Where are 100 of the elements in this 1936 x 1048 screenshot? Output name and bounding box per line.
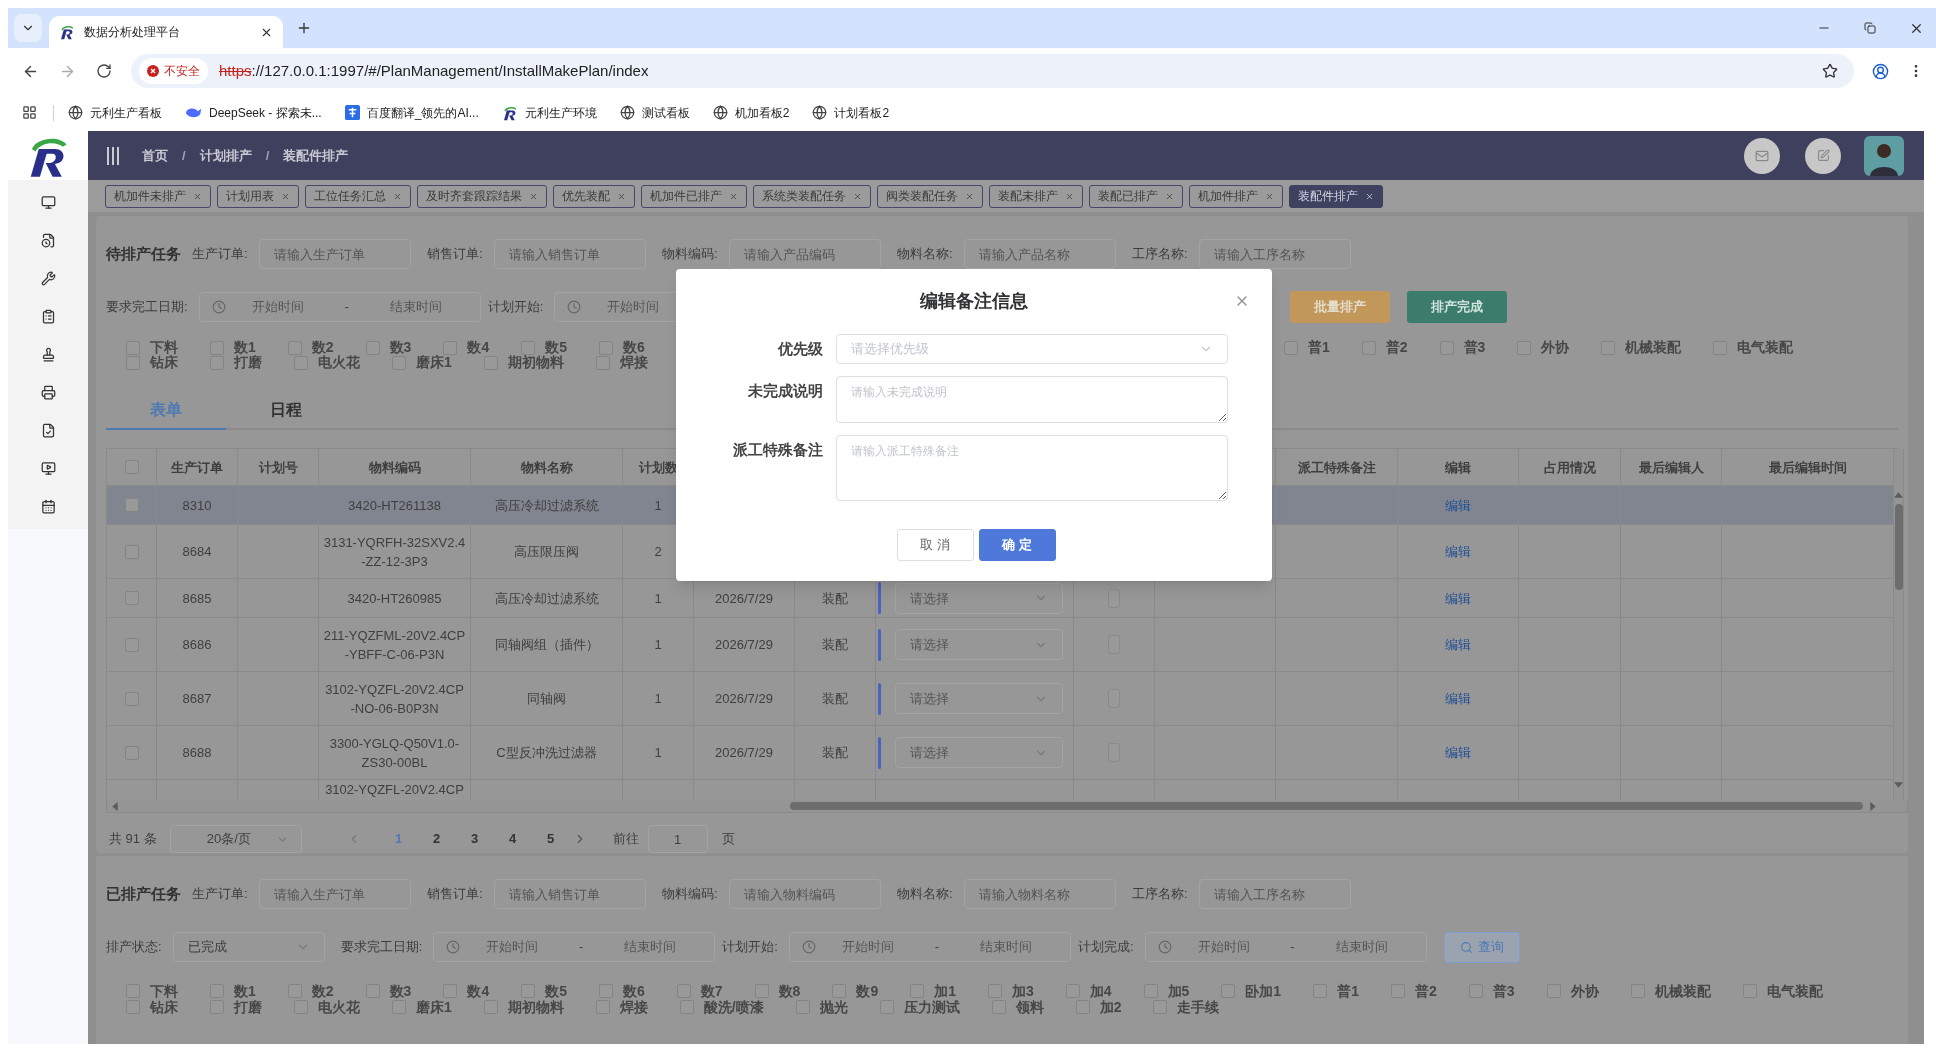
page-tag[interactable]: 计划用表 [217, 184, 299, 208]
page-tag[interactable]: 工位任务汇总 [305, 184, 411, 208]
profile-icon[interactable] [1872, 62, 1889, 80]
bookmark[interactable]: 测试看板 [619, 103, 690, 122]
select-field[interactable]: 请选择 [895, 737, 1063, 768]
page-tag[interactable]: 机加件未排产 [105, 184, 211, 208]
page-link[interactable]: 5 [531, 829, 570, 849]
restore-icon[interactable] [1864, 22, 1876, 34]
edit-link[interactable]: 编辑 [1445, 743, 1471, 762]
text-field[interactable]: 请输入产品名称 [964, 239, 1116, 269]
scrollbar-thumb[interactable] [790, 802, 1863, 810]
select-field[interactable]: 请选择 [895, 683, 1063, 714]
text-field[interactable]: 请输入生产订单 [259, 239, 411, 269]
monitor-icon[interactable] [40, 460, 56, 476]
row-marker [878, 582, 881, 614]
date-range-field[interactable]: 开始时间 - 结束时间 [433, 932, 716, 962]
address-bar[interactable]: 不安全 https://127.0.0.1:1997/#/PlanManagement/InstallMakePlan/index [131, 54, 1854, 88]
page-tag[interactable]: 系统类装配任务 [753, 184, 871, 208]
bookmark[interactable]: 元利生产看板 [68, 103, 162, 122]
select-field[interactable]: 已完成 [172, 932, 325, 962]
page-tag[interactable]: 机加件排产 [1189, 184, 1283, 208]
calendar-icon[interactable] [40, 498, 56, 514]
browser-tab[interactable]: 数据分析处理平台 [49, 16, 283, 48]
menu-icon[interactable] [106, 145, 120, 166]
field-label: 工序名称: [1132, 245, 1189, 264]
vertical-scrollbar[interactable] [1894, 449, 1904, 800]
bookmark[interactable]: 计划看板2 [812, 103, 890, 122]
edit-link[interactable]: 编辑 [1445, 588, 1471, 608]
date-range-field[interactable]: 开始时间 - 结束时间 [1144, 932, 1427, 962]
page-size-select[interactable]: 20条/页 [169, 825, 302, 853]
edit-link[interactable]: 编辑 [1445, 542, 1471, 561]
edit-link[interactable]: 编辑 [1445, 689, 1471, 708]
scrollbar-thumb[interactable] [1894, 504, 1903, 590]
breadcrumb-link[interactable]: 首页 [142, 145, 168, 166]
scroll-down-icon[interactable] [1894, 782, 1903, 788]
page-link[interactable]: 3 [455, 829, 494, 849]
checkbox[interactable] [124, 498, 139, 512]
text-area[interactable]: 请输入派工特殊备注 [836, 435, 1228, 501]
horizontal-scrollbar[interactable] [106, 800, 1908, 813]
page-link[interactable]: 4 [493, 829, 532, 849]
view-tab[interactable]: 日程 [226, 392, 346, 430]
date-range-field[interactable]: 开始时间 - 结束时间 [788, 932, 1071, 962]
page-tag[interactable]: 及时齐套跟踪结果 [417, 184, 547, 208]
apps-icon[interactable] [22, 105, 37, 120]
bookmark[interactable]: 百度翻译_领先的AI... [344, 103, 479, 122]
select-field[interactable]: 请选择 [895, 582, 1063, 614]
bookmark[interactable]: 机加看板2 [712, 103, 790, 122]
breadcrumb-link[interactable]: 装配件排产 [283, 145, 349, 166]
stamp-icon[interactable] [40, 346, 56, 362]
text-area[interactable]: 请输入未完成说明 [836, 376, 1228, 423]
page-tag[interactable]: 机加件已排产 [641, 184, 747, 208]
select-field[interactable]: 请选择 [895, 629, 1063, 660]
checkbox-label: 数6 [623, 340, 645, 355]
scroll-right-icon[interactable] [1870, 801, 1876, 811]
monitor-icon[interactable] [40, 194, 56, 210]
bookmark[interactable]: 元利生产环境 [501, 103, 597, 122]
page-tag[interactable]: 装配件排产 [1289, 184, 1383, 208]
text-field[interactable]: 请输入工序名称 [1199, 879, 1351, 909]
checkbox-label: 电火花 [318, 355, 360, 370]
mail-button[interactable] [1744, 137, 1780, 174]
page-link[interactable]: 2 [417, 829, 456, 849]
confirm-button[interactable]: 确 定 [978, 529, 1056, 561]
edit-link[interactable]: 编辑 [1445, 495, 1471, 515]
edit-button[interactable] [1805, 137, 1841, 174]
table-cell: 同轴阀 [471, 672, 623, 726]
text-field[interactable]: 请输入物料编码 [729, 879, 881, 909]
date-range-field[interactable]: 开始时间 - 结束时间 [198, 292, 481, 322]
scroll-left-icon[interactable] [112, 801, 118, 811]
file-clock-icon[interactable] [40, 232, 56, 248]
bookmark[interactable]: DeepSeek - 探索未... [185, 103, 322, 122]
new-tab-icon[interactable] [296, 20, 312, 36]
printer-icon[interactable] [40, 384, 56, 400]
breadcrumb-link[interactable]: 计划排产 [199, 145, 252, 166]
table-cell: 3131-YQRFH-32SXV2.4 -ZZ-12-3P3 [319, 525, 471, 579]
tab-list-button[interactable] [14, 14, 42, 42]
text-field[interactable]: 请输入产品编码 [729, 239, 881, 269]
page-tag[interactable]: 装配已排产 [1089, 184, 1183, 208]
search-icon [1459, 940, 1473, 954]
total-count: 共 91 条 [109, 830, 157, 849]
text-field[interactable]: 请输入销售订单 [494, 239, 646, 269]
checkbox-label: 期初物料 [507, 355, 564, 370]
cancel-button[interactable]: 取 消 [896, 529, 974, 561]
wrench-icon[interactable] [40, 270, 56, 286]
file-check-icon[interactable] [40, 422, 56, 438]
scroll-up-icon[interactable] [1894, 492, 1903, 498]
page-tag[interactable]: 阀类装配任务 [877, 184, 983, 208]
text-field[interactable]: 请输入工序名称 [1199, 239, 1351, 269]
action-button[interactable]: 排产完成 [1407, 291, 1508, 323]
clipboard-icon[interactable] [40, 308, 56, 324]
edit-link[interactable]: 编辑 [1445, 635, 1471, 654]
page-input[interactable]: 1 [647, 825, 708, 853]
text-field[interactable]: 请输入销售订单 [494, 879, 646, 909]
text-field[interactable]: 请输入生产订单 [259, 879, 411, 909]
reload-icon[interactable] [96, 63, 112, 79]
text-field[interactable]: 请输入物料名称 [964, 879, 1116, 909]
security-chip[interactable]: 不安全 [139, 58, 208, 84]
bookmark-star-icon[interactable] [1822, 63, 1838, 79]
page-tag[interactable]: 优先装配 [553, 184, 635, 208]
page-tag[interactable]: 装配未排产 [989, 184, 1083, 208]
avatar[interactable] [1864, 135, 1904, 176]
